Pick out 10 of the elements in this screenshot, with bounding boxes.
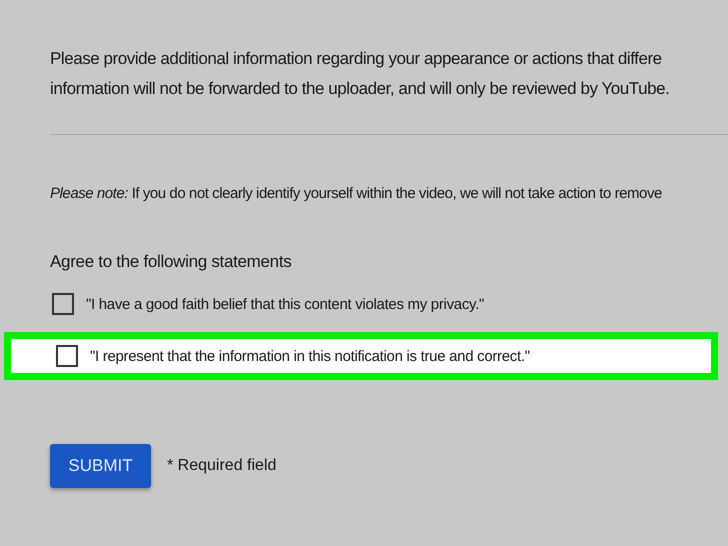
checkbox[interactable] bbox=[52, 293, 74, 315]
info-text: information will not be forwarded to the uploader, and will only be reviewed by YouTube. bbox=[50, 78, 670, 100]
submit-button[interactable]: SUBMIT bbox=[50, 444, 151, 488]
statements-heading: Agree to the following statements bbox=[50, 252, 292, 272]
info-text: Please provide additional information regarding your appearance or actions that differe bbox=[50, 48, 663, 70]
statement-label: "I represent that the information in this notification is true and correct." bbox=[90, 348, 530, 364]
statement-label: "I have a good faith belief that this content violates my privacy." bbox=[86, 296, 484, 312]
required-note: * Required field bbox=[167, 457, 276, 475]
note-text: Please note: If you do not clearly identify yourself within the video, we will not take action to remove bbox=[50, 185, 663, 202]
checkbox[interactable] bbox=[56, 345, 78, 367]
